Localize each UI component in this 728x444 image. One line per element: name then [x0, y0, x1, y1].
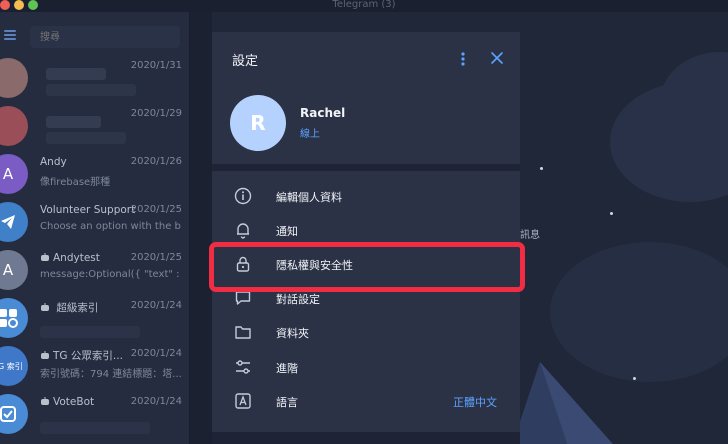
chat-name: Andy [40, 156, 67, 168]
menu-item-label: 通知 [276, 225, 298, 238]
chat-name-row: 超級索引 [40, 300, 98, 315]
menu-item-label: 編輯個人資料 [276, 191, 342, 204]
avatar [0, 106, 28, 146]
chat-preview: 像firebase那種 [40, 177, 111, 188]
chat-date: 2020/1/24 [130, 300, 182, 311]
menu-item-label: 資料夾 [276, 327, 309, 340]
telegram-plane-icon [1, 215, 15, 229]
mountain-shape [512, 362, 613, 444]
chat-list-item[interactable]: A Andytest 2020/1/25 message:Optional({ … [0, 244, 190, 292]
more-vertical-icon[interactable] [459, 51, 467, 67]
bot-icon [41, 253, 49, 261]
section-divider [212, 432, 520, 444]
chat-name: TG 公眾索引... [53, 350, 123, 362]
chat-date: 2020/1/26 [130, 156, 182, 167]
chat-list-item[interactable]: 2020/1/29 [0, 100, 190, 148]
menu-item-folders[interactable]: 資料夾 [212, 315, 520, 349]
search-row [0, 24, 190, 52]
window-title: Telegram (3) [332, 0, 396, 10]
title-bar: Telegram (3) [0, 0, 728, 12]
section-divider [212, 164, 520, 171]
chat-preview: 索引號碼：794 連結標題：塔... [40, 369, 182, 380]
chat-date: 2020/1/24 [130, 396, 182, 407]
chat-preview: Choose an option with the b... [40, 221, 182, 232]
profile-name: Rachel [300, 106, 346, 120]
chat-name-row: TG 公眾索引... [40, 348, 123, 363]
highlight-annotation-box [209, 242, 525, 292]
settings-title: 設定 [232, 54, 259, 69]
chat-date: 2020/1/25 [130, 204, 182, 215]
chat-preview: message:Optional({ "text" : ... [40, 269, 182, 280]
chat-list-sidebar: 2020/1/31 2020/1/29 A Andy 2020/1/26 像fi… [0, 12, 190, 444]
chat-list-item[interactable]: VoteBot 2020/1/24 [0, 388, 190, 436]
chat-list-item[interactable]: TG 索引 TG 公眾索引... 2020/1/24 索引號碼：794 連結標題… [0, 340, 190, 388]
chat-name-row: VoteBot [40, 396, 94, 408]
avatar [0, 202, 28, 242]
folder-icon [235, 326, 251, 339]
avatar [0, 298, 28, 338]
chat-name: 超級索引 [56, 302, 99, 314]
grid-logo-icon [0, 309, 18, 328]
redacted-preview [40, 422, 150, 434]
menu-item-edit-profile[interactable]: 編輯個人資料 [212, 179, 520, 213]
menu-item-value: 正體中文 [453, 396, 497, 409]
redacted-preview [40, 326, 140, 338]
search-input[interactable] [30, 26, 180, 48]
bot-icon [41, 351, 49, 359]
bot-icon [41, 303, 49, 311]
menu-item-language[interactable]: 語言 正體中文 [212, 384, 520, 418]
info-icon [234, 187, 252, 205]
avatar: TG 索引 [0, 346, 28, 386]
background-hint-text: 訊息 [520, 230, 540, 241]
chat-date: 2020/1/31 [130, 60, 182, 71]
language-icon [235, 393, 251, 409]
profile-status: 線上 [300, 129, 320, 140]
redacted-preview [46, 84, 136, 96]
chat-name: VoteBot [53, 396, 95, 408]
menu-item-label: 對話設定 [276, 293, 320, 306]
avatar [0, 394, 28, 434]
avatar: A [0, 250, 28, 290]
chat-list-item[interactable]: Volunteer Support 2020/1/25 Choose an op… [0, 196, 190, 244]
chat-name-row: Andytest [40, 252, 100, 264]
chat-date: 2020/1/25 [130, 252, 182, 263]
close-icon[interactable] [490, 51, 504, 65]
avatar: A [0, 154, 28, 194]
avatar [0, 58, 28, 98]
chat-date: 2020/1/29 [130, 108, 182, 119]
star-dot [610, 212, 613, 215]
menu-item-label: 語言 [276, 396, 298, 409]
chat-list-item[interactable]: 超級索引 2020/1/24 [0, 292, 190, 340]
menu-item-advanced[interactable]: 進階 [212, 350, 520, 384]
chat-name: Andytest [53, 252, 100, 264]
redacted-preview [46, 132, 126, 144]
hamburger-menu-icon[interactable] [4, 30, 16, 40]
modal-overlay-edge [190, 12, 212, 444]
checkbox-logo-icon [0, 406, 16, 422]
profile-avatar[interactable]: R [230, 95, 286, 151]
star-dot [540, 167, 543, 170]
chat-list-item[interactable]: A Andy 2020/1/26 像firebase那種 [0, 148, 190, 196]
sliders-icon [236, 360, 250, 374]
redacted-name [46, 68, 106, 80]
bot-icon [41, 397, 49, 405]
chat-date: 2020/1/24 [130, 348, 182, 359]
bell-icon [237, 223, 249, 239]
redacted-name [46, 116, 101, 128]
chat-name: Volunteer Support [40, 204, 136, 216]
menu-item-label: 進階 [276, 362, 298, 375]
chat-list-item[interactable]: 2020/1/31 [0, 52, 190, 100]
